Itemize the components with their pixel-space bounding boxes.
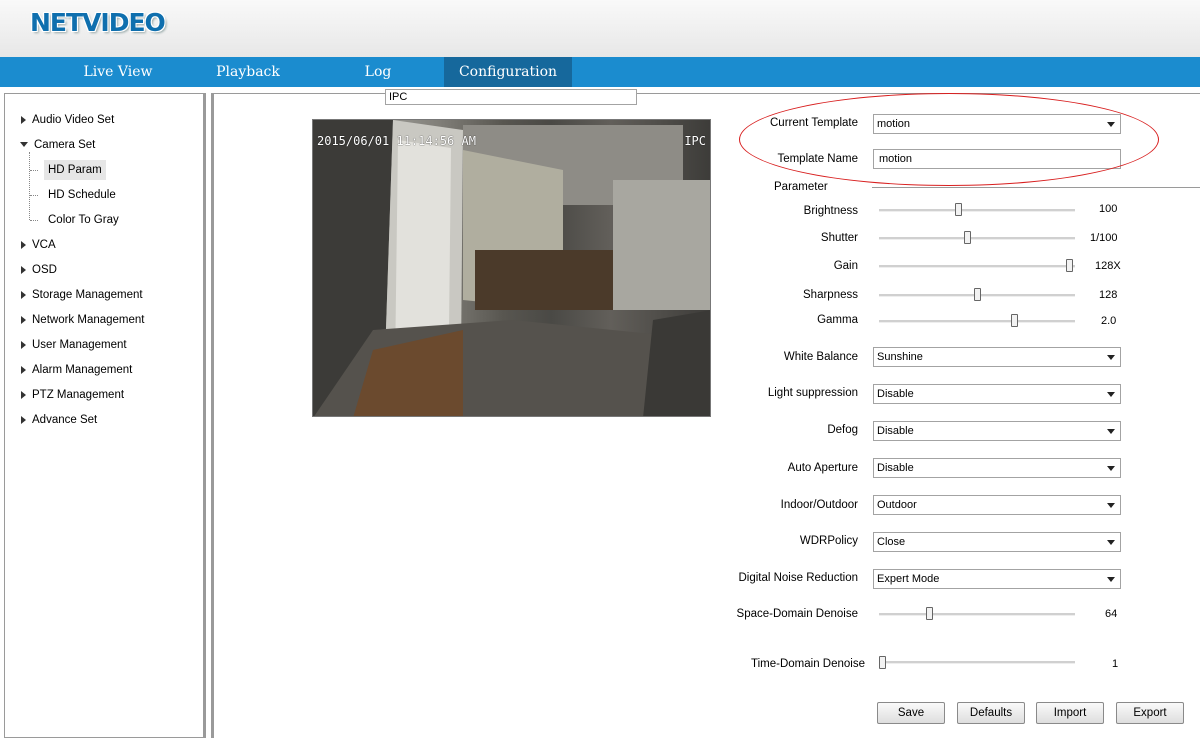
video-preview: 2015/06/01 11:14:56 AM IPC [312,119,711,417]
gamma-slider-track[interactable] [879,320,1075,323]
dnr-label: Digital Noise Reduction [738,572,858,584]
wdr-policy-label: WDRPolicy [799,535,858,547]
defog-label: Defog [827,424,858,436]
expand-arrow-icon[interactable] [21,115,26,124]
gamma-label: Gamma [817,314,858,326]
sharpness-value: 128 [1099,289,1118,301]
gain-value: 128X [1095,260,1121,272]
tab-live-view[interactable]: Live View [62,57,174,87]
light-suppression-select[interactable]: Disable [873,384,1121,404]
video-channel-label: IPC [684,134,706,148]
time-denoise-slider-track[interactable] [879,661,1075,664]
sidebar-item-camera-set[interactable]: Camera Set [20,135,95,155]
sharpness-label: Sharpness [803,289,858,301]
expand-arrow-icon[interactable] [21,340,26,349]
time-denoise-value: 1 [1112,658,1119,670]
indoor-outdoor-label: Indoor/Outdoor [780,499,858,511]
sidebar-item-network-management[interactable]: Network Management [21,310,145,330]
defog-select[interactable]: Disable [873,421,1121,441]
gain-slider-thumb[interactable] [1066,259,1074,272]
auto-aperture-label: Auto Aperture [787,462,858,474]
sidebar-item-advance-set[interactable]: Advance Set [21,410,97,430]
video-timestamp: 2015/06/01 11:14:56 AM [317,134,476,148]
brightness-label: Brightness [803,205,858,217]
tab-log[interactable]: Log [342,57,414,87]
tree-connector [30,220,38,221]
expand-arrow-icon[interactable] [21,390,26,399]
sidebar-item-storage-management[interactable]: Storage Management [21,285,143,305]
gain-label: Gain [833,260,858,272]
sharpness-slider-thumb[interactable] [973,288,981,301]
expand-arrow-icon[interactable] [21,365,26,374]
sidebar-item-color-to-gray[interactable]: Color To Gray [44,210,123,230]
expand-arrow-icon[interactable] [21,315,26,324]
shutter-slider-track[interactable] [879,237,1075,240]
wdr-policy-select[interactable]: Close [873,532,1121,552]
dropdown-arrow-icon [1107,466,1115,471]
space-denoise-value: 64 [1105,608,1118,620]
white-balance-label: White Balance [783,351,858,363]
expand-arrow-icon[interactable] [21,265,26,274]
expand-arrow-icon[interactable] [21,415,26,424]
sidebar-item-user-management[interactable]: User Management [21,335,127,355]
dropdown-arrow-icon [1107,392,1115,397]
camera-scene-image [313,120,710,416]
expand-arrow-icon[interactable] [21,240,26,249]
gain-slider-track[interactable] [879,265,1075,268]
export-button[interactable]: Export [1116,702,1184,724]
gamma-slider-thumb[interactable] [1011,314,1019,327]
header: NETVIDEO [0,0,1200,57]
sidebar-item-audio-video-set[interactable]: Audio Video Set [21,110,114,130]
sidebar-item-alarm-management[interactable]: Alarm Management [21,360,132,380]
dropdown-arrow-icon [1107,355,1115,360]
channel-select[interactable]: IPC [385,89,637,105]
space-denoise-label: Space-Domain Denoise [736,608,858,620]
sidebar-item-hd-param[interactable]: HD Param [44,160,106,180]
save-button[interactable]: Save [877,702,945,724]
logo: NETVIDEO [30,8,166,37]
tab-playback[interactable]: Playback [193,57,303,87]
space-denoise-slider-thumb[interactable] [926,607,934,620]
space-denoise-slider-track[interactable] [879,613,1075,616]
light-suppression-label: Light suppression [767,387,858,399]
auto-aperture-select[interactable]: Disable [873,458,1121,478]
dropdown-arrow-icon [1107,429,1115,434]
sidebar-item-ptz-management[interactable]: PTZ Management [21,385,124,405]
shutter-label: Shutter [820,232,858,244]
white-balance-select[interactable]: Sunshine [873,347,1121,367]
parameter-heading: Parameter [774,181,828,193]
dropdown-arrow-icon [1107,503,1115,508]
dropdown-arrow-icon [1107,577,1115,582]
brightness-slider-track[interactable] [879,209,1075,212]
annotation-ellipse [739,93,1159,186]
time-denoise-label: Time-Domain Denoise [751,658,865,670]
indoor-outdoor-select[interactable]: Outdoor [873,495,1121,515]
collapse-arrow-icon[interactable] [20,142,28,148]
shutter-value: 1/100 [1090,232,1118,244]
brightness-value: 100 [1099,203,1118,215]
import-button[interactable]: Import [1036,702,1104,724]
tab-configuration[interactable]: Configuration [444,57,572,87]
brightness-slider-thumb[interactable] [954,203,962,216]
defaults-button[interactable]: Defaults [957,702,1025,724]
sidebar-item-vca[interactable]: VCA [21,235,56,255]
gamma-value: 2.0 [1101,315,1117,327]
tree-connector [30,170,38,171]
sidebar-item-hd-schedule[interactable]: HD Schedule [44,185,120,205]
time-denoise-slider-thumb[interactable] [879,656,886,669]
main-nav: Live View Playback Log Configuration [0,57,1200,87]
shutter-slider-thumb[interactable] [964,231,972,244]
dnr-select[interactable]: Expert Mode [873,569,1121,589]
sidebar-item-osd[interactable]: OSD [21,260,57,280]
parameter-divider [872,187,1200,188]
tree-connector [29,152,30,220]
dropdown-arrow-icon [1107,540,1115,545]
tree-connector [30,195,38,196]
expand-arrow-icon[interactable] [21,290,26,299]
